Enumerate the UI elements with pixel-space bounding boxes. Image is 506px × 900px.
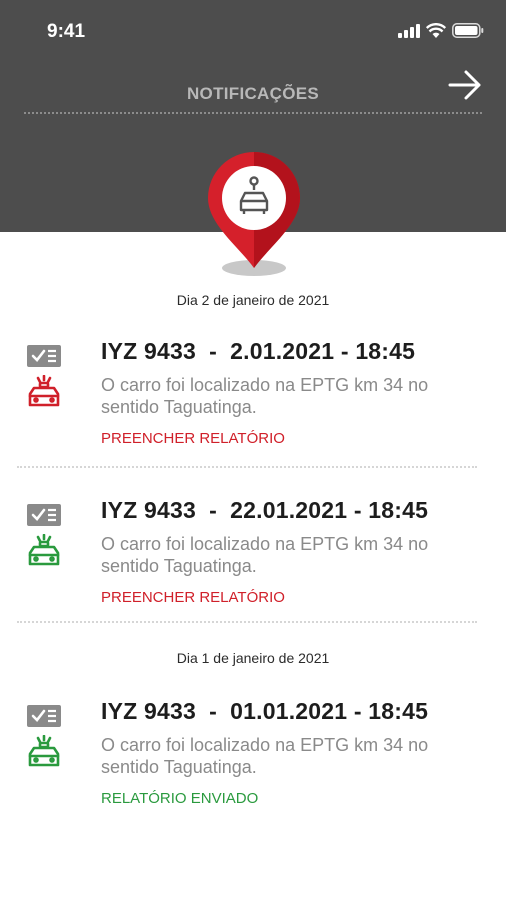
date-label: Dia 2 de janeiro de 2021	[176, 292, 330, 308]
notification-title: IYZ 9433 - 2.01.2021 - 18:45	[101, 338, 416, 364]
page-title: NOTIFICAÇÕES	[186, 84, 320, 103]
signal-icon	[398, 23, 420, 38]
status-time: 9:41	[47, 21, 86, 42]
notification-title: IYZ 9433 - 22.01.2021 - 18:45	[101, 497, 429, 523]
checklist-icon	[27, 504, 61, 526]
checklist-icon	[27, 345, 61, 367]
notification-item[interactable]: IYZ 9433 - 22.01.2021 - 18:45 O carro fo…	[0, 489, 506, 619]
notification-item[interactable]: IYZ 9433 - 01.01.2021 - 18:45 O carro fo…	[0, 690, 506, 820]
notification-title: IYZ 9433 - 01.01.2021 - 18:45	[101, 698, 429, 724]
police-car-red-icon	[28, 375, 60, 407]
wifi-icon	[426, 23, 446, 38]
fill-report-link[interactable]: PREENCHER RELATÓRIO	[101, 430, 285, 447]
battery-icon	[452, 23, 484, 38]
police-car-green-icon	[28, 534, 60, 566]
date-label: Dia 1 de janeiro de 2021	[176, 650, 330, 666]
title-divider	[24, 112, 482, 114]
checklist-icon	[27, 705, 61, 727]
divider	[17, 466, 477, 468]
fill-report-link[interactable]: PREENCHER RELATÓRIO	[101, 589, 285, 606]
notification-description: O carro foi localizado na EPTG km 34 no …	[101, 534, 429, 576]
arrow-right-icon[interactable]	[446, 68, 484, 102]
location-pin-icon	[208, 152, 300, 276]
notification-description: O carro foi localizado na EPTG km 34 no …	[101, 735, 429, 777]
divider	[17, 621, 477, 623]
report-sent-label: RELATÓRIO ENVIADO	[101, 790, 259, 807]
notification-item[interactable]: IYZ 9433 - 2.01.2021 - 18:45 O carro foi…	[0, 330, 506, 460]
police-car-green-icon	[28, 735, 60, 767]
status-icons	[398, 23, 484, 38]
notification-description: O carro foi localizado na EPTG km 34 no …	[101, 375, 429, 417]
